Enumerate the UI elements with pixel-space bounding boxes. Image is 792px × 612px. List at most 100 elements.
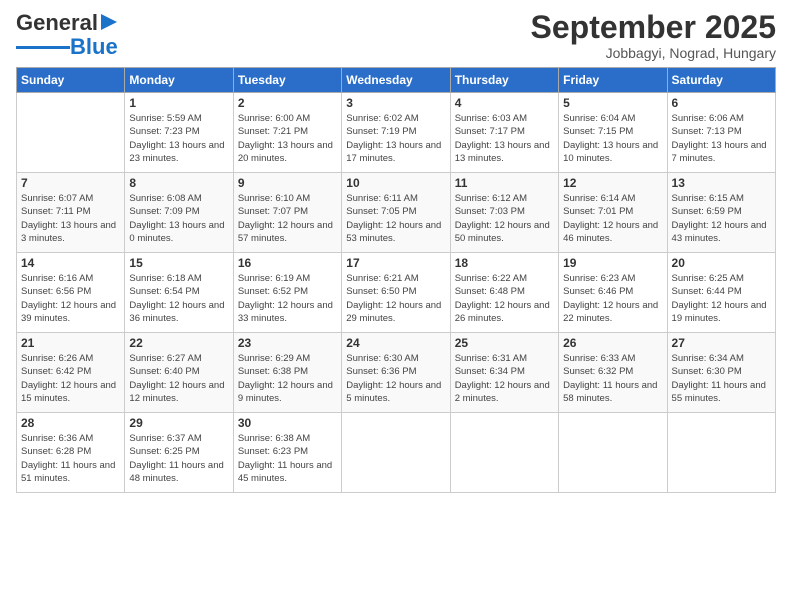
table-cell: 22Sunrise: 6:27 AMSunset: 6:40 PMDayligh… (125, 333, 233, 413)
table-cell: 19 Sunrise: 6:23 AMSunset: 6:46 PMDayligh… (559, 253, 667, 333)
col-thursday: Thursday (450, 68, 558, 93)
day-info: Sunrise: 6:33 AMSunset: 6:32 PMDaylight:… (563, 352, 662, 405)
table-cell: 7 Sunrise: 6:07 AMSunset: 7:11 PMDaylight… (17, 173, 125, 253)
col-friday: Friday (559, 68, 667, 93)
table-cell: 8Sunrise: 6:08 AMSunset: 7:09 PMDaylight… (125, 173, 233, 253)
table-cell: 10 Sunrise: 6:11 AMSunset: 7:05 PMDayligh… (342, 173, 450, 253)
calendar-table: Sunday Monday Tuesday Wednesday Thursday… (16, 67, 776, 493)
day-info: Sunrise: 6:22 AMSunset: 6:48 PMDaylight:… (455, 272, 554, 325)
table-cell: 3Sunrise: 6:02 AMSunset: 7:19 PMDaylight… (342, 93, 450, 173)
day-info: Sunrise: 6:36 AMSunset: 6:28 PMDaylight:… (21, 432, 120, 485)
col-saturday: Saturday (667, 68, 775, 93)
day-info: Sunrise: 6:03 AMSunset: 7:17 PMDaylight:… (455, 112, 554, 165)
table-cell (450, 413, 558, 493)
day-info: Sunrise: 6:14 AMSunset: 7:01 PMDaylight:… (563, 192, 662, 245)
table-cell: 24 Sunrise: 6:30 AMSunset: 6:36 PMDayligh… (342, 333, 450, 413)
day-info: Sunrise: 6:23 AMSunset: 6:46 PMDaylight:… (563, 272, 662, 325)
header: General Blue September 2025 Jobbagyi, No… (16, 10, 776, 61)
day-number: 27 (672, 336, 771, 350)
table-cell: 1Sunrise: 5:59 AMSunset: 7:23 PMDaylight… (125, 93, 233, 173)
day-number: 15 (129, 256, 228, 270)
day-number: 3 (346, 96, 445, 110)
col-sunday: Sunday (17, 68, 125, 93)
day-number: 10 (346, 176, 445, 190)
day-info: Sunrise: 6:30 AMSunset: 6:36 PMDaylight:… (346, 352, 445, 405)
table-cell: 17 Sunrise: 6:21 AMSunset: 6:50 PMDayligh… (342, 253, 450, 333)
day-info: Sunrise: 6:12 AMSunset: 7:03 PMDaylight:… (455, 192, 554, 245)
day-number: 30 (238, 416, 337, 430)
day-info: Sunrise: 6:04 AMSunset: 7:15 PMDaylight:… (563, 112, 662, 165)
day-info: Sunrise: 6:31 AMSunset: 6:34 PMDaylight:… (455, 352, 554, 405)
day-number: 13 (672, 176, 771, 190)
day-number: 9 (238, 176, 337, 190)
table-cell: 4 Sunrise: 6:03 AMSunset: 7:17 PMDaylight… (450, 93, 558, 173)
table-cell: 2Sunrise: 6:00 AMSunset: 7:21 PMDaylight… (233, 93, 341, 173)
day-number: 25 (455, 336, 554, 350)
table-row: 28 Sunrise: 6:36 AMSunset: 6:28 PMDayligh… (17, 413, 776, 493)
day-info: Sunrise: 5:59 AMSunset: 7:23 PMDaylight:… (129, 112, 228, 165)
page-subtitle: Jobbagyi, Nograd, Hungary (531, 45, 776, 61)
table-cell: 16 Sunrise: 6:19 AMSunset: 6:52 PMDayligh… (233, 253, 341, 333)
col-wednesday: Wednesday (342, 68, 450, 93)
col-tuesday: Tuesday (233, 68, 341, 93)
day-info: Sunrise: 6:25 AMSunset: 6:44 PMDaylight:… (672, 272, 771, 325)
logo: General Blue (16, 10, 119, 60)
page-container: General Blue September 2025 Jobbagyi, No… (0, 0, 792, 612)
day-number: 6 (672, 96, 771, 110)
day-number: 18 (455, 256, 554, 270)
header-row: Sunday Monday Tuesday Wednesday Thursday… (17, 68, 776, 93)
day-info: Sunrise: 6:16 AMSunset: 6:56 PMDaylight:… (21, 272, 120, 325)
table-cell: 26 Sunrise: 6:33 AMSunset: 6:32 PMDayligh… (559, 333, 667, 413)
table-cell: 9 Sunrise: 6:10 AMSunset: 7:07 PMDaylight… (233, 173, 341, 253)
table-cell: 21Sunrise: 6:26 AMSunset: 6:42 PMDayligh… (17, 333, 125, 413)
table-cell: 27 Sunrise: 6:34 AMSunset: 6:30 PMDayligh… (667, 333, 775, 413)
day-number: 29 (129, 416, 228, 430)
day-number: 28 (21, 416, 120, 430)
table-cell: 25 Sunrise: 6:31 AMSunset: 6:34 PMDayligh… (450, 333, 558, 413)
day-number: 21 (21, 336, 120, 350)
day-number: 2 (238, 96, 337, 110)
day-number: 5 (563, 96, 662, 110)
day-number: 26 (563, 336, 662, 350)
logo-blue: Blue (70, 34, 118, 60)
day-info: Sunrise: 6:34 AMSunset: 6:30 PMDaylight:… (672, 352, 771, 405)
day-number: 4 (455, 96, 554, 110)
logo-general: General (16, 10, 98, 36)
title-block: September 2025 Jobbagyi, Nograd, Hungary (531, 10, 776, 61)
day-number: 16 (238, 256, 337, 270)
table-cell: 23Sunrise: 6:29 AMSunset: 6:38 PMDayligh… (233, 333, 341, 413)
table-cell: 18 Sunrise: 6:22 AMSunset: 6:48 PMDayligh… (450, 253, 558, 333)
day-info: Sunrise: 6:19 AMSunset: 6:52 PMDaylight:… (238, 272, 337, 325)
day-info: Sunrise: 6:21 AMSunset: 6:50 PMDaylight:… (346, 272, 445, 325)
day-info: Sunrise: 6:18 AMSunset: 6:54 PMDaylight:… (129, 272, 228, 325)
day-number: 7 (21, 176, 120, 190)
table-cell: 28 Sunrise: 6:36 AMSunset: 6:28 PMDayligh… (17, 413, 125, 493)
table-cell: 30Sunrise: 6:38 AMSunset: 6:23 PMDayligh… (233, 413, 341, 493)
table-row: 7 Sunrise: 6:07 AMSunset: 7:11 PMDaylight… (17, 173, 776, 253)
logo-underline (16, 46, 70, 49)
table-cell (17, 93, 125, 173)
logo-block: General Blue (16, 10, 119, 60)
table-cell: 11Sunrise: 6:12 AMSunset: 7:03 PMDayligh… (450, 173, 558, 253)
day-info: Sunrise: 6:27 AMSunset: 6:40 PMDaylight:… (129, 352, 228, 405)
day-info: Sunrise: 6:15 AMSunset: 6:59 PMDaylight:… (672, 192, 771, 245)
day-info: Sunrise: 6:10 AMSunset: 7:07 PMDaylight:… (238, 192, 337, 245)
day-number: 24 (346, 336, 445, 350)
day-info: Sunrise: 6:11 AMSunset: 7:05 PMDaylight:… (346, 192, 445, 245)
page-title: September 2025 (531, 10, 776, 45)
table-cell: 5 Sunrise: 6:04 AMSunset: 7:15 PMDaylight… (559, 93, 667, 173)
table-cell (667, 413, 775, 493)
table-cell: 6Sunrise: 6:06 AMSunset: 7:13 PMDaylight… (667, 93, 775, 173)
day-number: 17 (346, 256, 445, 270)
day-number: 8 (129, 176, 228, 190)
table-cell: 29Sunrise: 6:37 AMSunset: 6:25 PMDayligh… (125, 413, 233, 493)
day-number: 20 (672, 256, 771, 270)
day-number: 19 (563, 256, 662, 270)
day-info: Sunrise: 6:07 AMSunset: 7:11 PMDaylight:… (21, 192, 120, 245)
table-row: 1Sunrise: 5:59 AMSunset: 7:23 PMDaylight… (17, 93, 776, 173)
table-cell: 15 Sunrise: 6:18 AMSunset: 6:54 PMDayligh… (125, 253, 233, 333)
table-cell (559, 413, 667, 493)
day-info: Sunrise: 6:29 AMSunset: 6:38 PMDaylight:… (238, 352, 337, 405)
day-number: 12 (563, 176, 662, 190)
table-row: 14Sunrise: 6:16 AMSunset: 6:56 PMDayligh… (17, 253, 776, 333)
